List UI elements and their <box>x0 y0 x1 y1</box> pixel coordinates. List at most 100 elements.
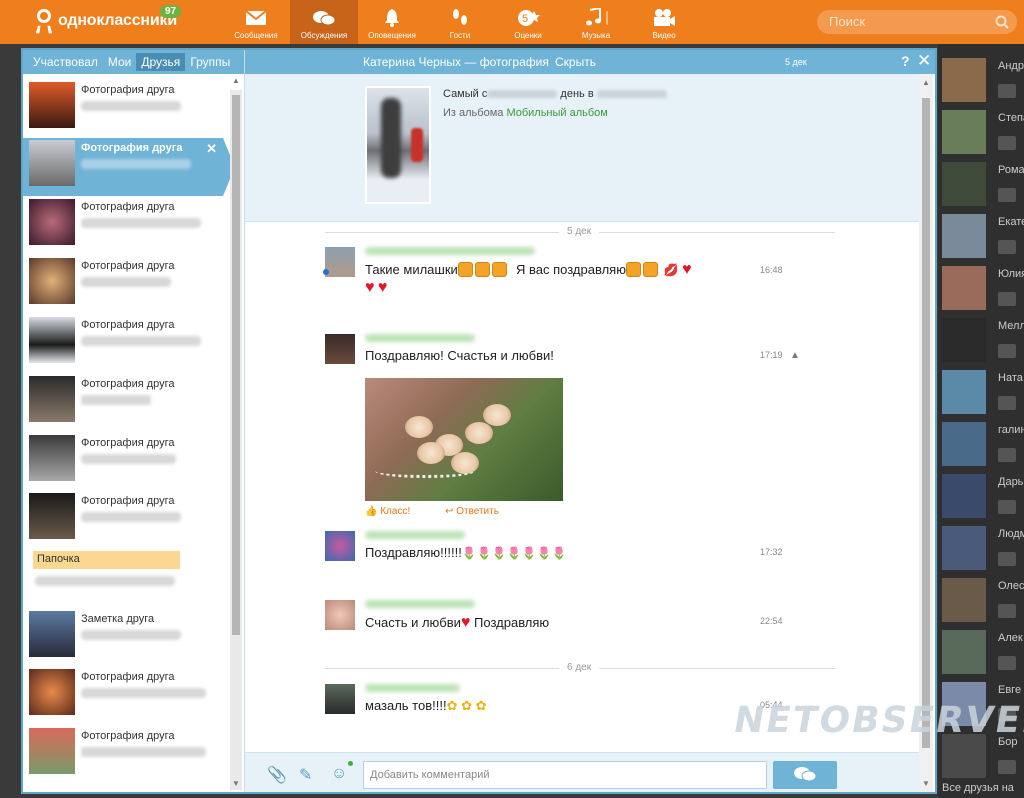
send-button[interactable] <box>773 761 837 789</box>
message-icon[interactable] <box>998 240 1016 254</box>
list-item-subtitle <box>81 454 176 464</box>
list-item-title: Фотография друга <box>81 142 183 154</box>
list-item[interactable]: Заметка друга <box>23 609 228 667</box>
friend-item[interactable]: Алек <box>940 626 1024 678</box>
friend-item[interactable]: Рома <box>940 158 1024 210</box>
thumbnail <box>29 669 75 715</box>
reply-button[interactable]: ↩ Ответить <box>445 506 515 517</box>
friend-item[interactable]: Степа <box>940 106 1024 158</box>
friend-item[interactable]: Олес <box>940 574 1024 626</box>
list-item[interactable]: Фотография друга <box>23 667 228 725</box>
message-icon[interactable] <box>998 656 1016 670</box>
scrollbar-thumb[interactable] <box>922 98 930 748</box>
nav-discussions[interactable]: Обсуждения <box>290 0 358 44</box>
logo[interactable]: одноклассники 97 <box>34 5 182 34</box>
comment-author[interactable] <box>365 247 535 255</box>
list-item[interactable]: Фотография друга <box>23 256 228 314</box>
friend-item[interactable]: Юлия <box>940 262 1024 314</box>
message-icon[interactable] <box>998 292 1016 306</box>
scroll-down-icon[interactable]: ▼ <box>922 779 930 788</box>
friend-item[interactable]: Андр <box>940 54 1024 106</box>
friend-item[interactable]: Дарь <box>940 470 1024 522</box>
friend-item[interactable]: Людм <box>940 522 1024 574</box>
nav-notifications-label: Оповещения <box>368 31 416 40</box>
nav-guests-label: Гости <box>449 31 471 40</box>
smiley-icon[interactable]: ☺ <box>331 765 347 783</box>
like-label: Класс! <box>380 506 411 517</box>
roses-photo[interactable] <box>365 378 563 501</box>
warning-icon[interactable]: ▲ <box>790 350 800 361</box>
tab-participated[interactable]: Участвовал <box>28 53 103 71</box>
list-item-subtitle <box>81 159 191 169</box>
discussion-scrollbar[interactable]: ▲ ▼ <box>919 74 933 792</box>
list-item[interactable]: Фотография друга <box>23 315 228 373</box>
friend-item[interactable]: галин <box>940 418 1024 470</box>
message-icon[interactable] <box>998 552 1016 566</box>
avatar[interactable] <box>325 334 355 364</box>
friend-name: Мелл <box>998 320 1024 332</box>
nav-ratings[interactable]: 5 Оценки <box>494 0 562 44</box>
folder-note[interactable]: Папочка <box>33 551 180 569</box>
nav-messages[interactable]: Сообщения <box>222 0 290 44</box>
message-icon[interactable] <box>998 396 1016 410</box>
list-item[interactable]: Фотография друга <box>23 80 228 138</box>
tab-mine[interactable]: Мои <box>103 53 137 71</box>
friend-item[interactable]: Екате <box>940 210 1024 262</box>
message-icon[interactable] <box>998 344 1016 358</box>
friend-item[interactable]: Ната <box>940 366 1024 418</box>
list-item[interactable]: Фотография друга <box>23 491 228 549</box>
paperclip-icon[interactable]: 📎 <box>267 765 287 785</box>
list-item[interactable]: Фотография друга <box>23 433 228 491</box>
discussion-title[interactable]: Катерина Черных — фотография <box>363 55 549 69</box>
avatar[interactable] <box>325 684 355 714</box>
thumbnail <box>29 611 75 657</box>
album-link[interactable]: Мобильный альбом <box>506 107 607 119</box>
avatar <box>942 214 986 258</box>
nav-guests[interactable]: Гости <box>426 0 494 44</box>
friend-item[interactable]: Мелл <box>940 314 1024 366</box>
scroll-up-icon[interactable]: ▲ <box>232 76 240 85</box>
pencil-icon[interactable]: ✎ <box>299 765 312 785</box>
list-item-subtitle <box>81 277 171 287</box>
comment-author[interactable] <box>365 334 475 342</box>
comment-author[interactable] <box>365 600 475 608</box>
list-item[interactable]: Фотография друга <box>23 197 228 255</box>
avatar[interactable] <box>325 247 355 277</box>
message-icon[interactable] <box>998 84 1016 98</box>
message-icon[interactable] <box>998 448 1016 462</box>
avatar[interactable] <box>325 531 355 561</box>
list-item[interactable]: Фотография друга <box>23 726 228 784</box>
list-item-active[interactable]: Фотография друга ✕ <box>23 138 235 196</box>
discussion-header: Катерина Черных — фотография Скрыть 5 де… <box>245 50 935 74</box>
comment-author[interactable] <box>365 684 460 692</box>
scroll-down-icon[interactable]: ▼ <box>232 779 240 788</box>
list-scrollbar[interactable]: ▲ ▼ <box>230 76 242 790</box>
help-icon[interactable]: ? <box>901 53 910 69</box>
close-window-icon[interactable]: ✕ <box>917 51 931 71</box>
message-icon[interactable] <box>998 500 1016 514</box>
message-icon[interactable] <box>998 136 1016 150</box>
search-input[interactable]: Поиск <box>817 10 1017 34</box>
nav-music[interactable]: Музыка <box>562 0 630 44</box>
like-button[interactable]: 👍 Класс! <box>365 506 426 517</box>
avatar[interactable] <box>325 600 355 630</box>
scroll-up-icon[interactable]: ▲ <box>922 78 930 87</box>
list-item[interactable]: Фотография друга <box>23 374 228 432</box>
message-icon[interactable] <box>998 760 1016 774</box>
nav-video[interactable]: Видео <box>630 0 698 44</box>
cat-emoji-icon <box>457 262 473 277</box>
message-icon[interactable] <box>998 188 1016 202</box>
tab-friends[interactable]: Друзья <box>136 53 186 71</box>
nav-notifications[interactable]: Оповещения <box>358 0 426 44</box>
comment-input[interactable]: Добавить комментарий <box>363 761 767 789</box>
kiss-emoji-icon: 💋 <box>663 263 679 277</box>
tab-groups[interactable]: Группы <box>185 53 235 71</box>
hide-button[interactable]: Скрыть <box>555 55 596 69</box>
comment-author[interactable] <box>365 531 465 539</box>
message-icon[interactable] <box>998 604 1016 618</box>
topic-photo[interactable] <box>365 86 431 204</box>
close-icon[interactable]: ✕ <box>206 141 217 157</box>
all-friends-link[interactable]: Все друзья на <box>942 782 1014 794</box>
avatar <box>942 110 986 154</box>
scrollbar-thumb[interactable] <box>232 95 240 635</box>
